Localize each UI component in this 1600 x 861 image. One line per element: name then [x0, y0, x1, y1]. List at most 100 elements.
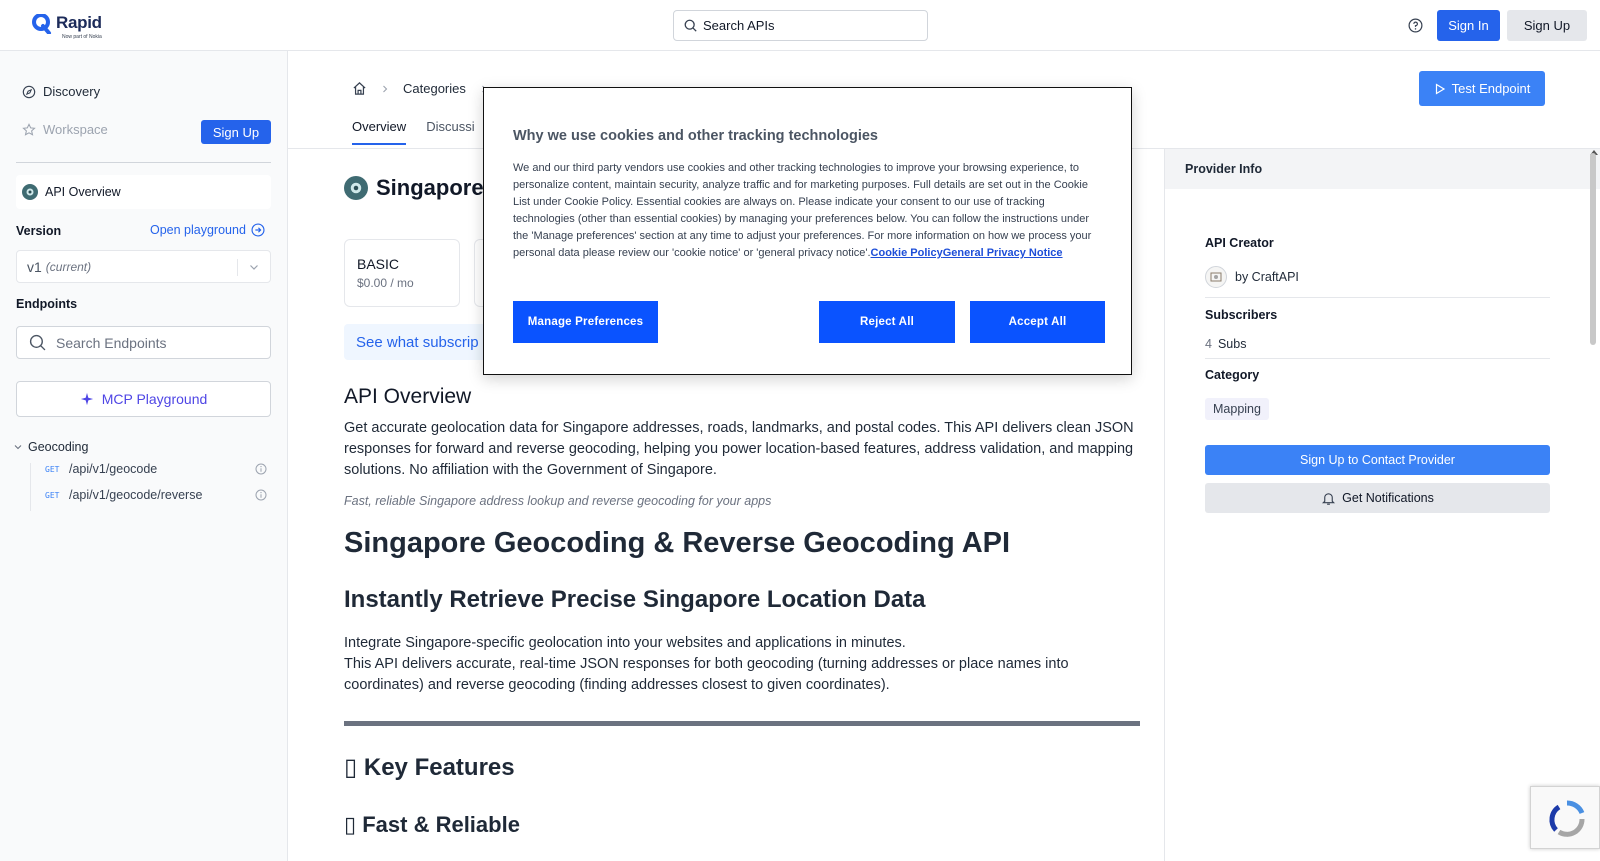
- open-playground-link[interactable]: Open playground: [150, 223, 265, 237]
- search-icon: [684, 19, 697, 32]
- logo-subtitle: Now part of Nokia: [62, 34, 102, 40]
- version-label: Version: [16, 224, 62, 238]
- breadcrumb: Categories: [352, 81, 488, 96]
- api-creator[interactable]: by CraftAPI: [1205, 266, 1299, 288]
- cookie-body-text: We and our third party vendors use cooki…: [513, 162, 1092, 259]
- chevron-down-icon: [250, 265, 258, 270]
- readme-heading-fast-reliable: ▯ Fast & Reliable: [344, 812, 520, 837]
- accept-all-button[interactable]: Accept All: [970, 301, 1105, 343]
- mcp-playground-label: MCP Playground: [101, 391, 208, 407]
- api-logo-icon: [344, 176, 368, 200]
- search-endpoints-input[interactable]: Search Endpoints: [16, 326, 271, 359]
- overview-heading: API Overview: [344, 385, 472, 408]
- endpoint-item[interactable]: GET /api/v1/geocode/reverse: [45, 488, 267, 502]
- test-endpoint-label: Test Endpoint: [1451, 81, 1531, 96]
- scrollbar-thumb[interactable]: [1590, 153, 1596, 345]
- help-icon[interactable]: [1408, 18, 1423, 33]
- endpoints-label: Endpoints: [16, 297, 78, 311]
- horizontal-rule: [344, 721, 1140, 726]
- contact-provider-button[interactable]: Sign Up to Contact Provider: [1205, 445, 1550, 475]
- endpoint-path: /api/v1/geocode: [69, 462, 158, 476]
- api-title: Singapore: [344, 175, 484, 201]
- rapid-logo[interactable]: Rapid Now part of Nokia: [32, 14, 102, 40]
- sign-up-button[interactable]: Sign Up: [1507, 10, 1587, 41]
- version-select[interactable]: v1 (current): [16, 250, 271, 283]
- divider: [1205, 358, 1550, 359]
- divider: [1205, 297, 1550, 298]
- cookie-policy-link[interactable]: Cookie Policy: [871, 247, 943, 259]
- category-badge[interactable]: Mapping: [1205, 398, 1269, 420]
- plan-name: BASIC: [357, 256, 400, 272]
- overview-text: Get accurate geolocation data for Singap…: [344, 420, 1134, 478]
- chevron-right-icon: [383, 85, 388, 92]
- arrow-circle-right-icon: [251, 223, 265, 237]
- endpoint-group-label: Geocoding: [28, 440, 89, 454]
- play-icon: [1435, 82, 1445, 95]
- info-icon[interactable]: [255, 463, 267, 475]
- open-playground-label: Open playground: [150, 223, 246, 237]
- info-icon[interactable]: [255, 489, 267, 501]
- star-icon: [22, 122, 36, 136]
- tab-overview[interactable]: Overview: [352, 119, 407, 145]
- select-separator: [237, 259, 238, 276]
- test-endpoint-button[interactable]: Test Endpoint: [1419, 71, 1545, 106]
- cookie-title: Why we use cookies and other tracking te…: [513, 128, 878, 144]
- recaptcha-badge[interactable]: [1530, 786, 1600, 849]
- search-apis-placeholder: Search APIs: [703, 18, 775, 33]
- plan-price: $0.00 / mo: [357, 276, 414, 290]
- sidebar-sign-up-button[interactable]: Sign Up: [201, 120, 271, 144]
- bell-icon: [1322, 492, 1336, 505]
- sidebar-item-api-overview[interactable]: API Overview: [16, 175, 271, 209]
- subscribers-count: 4 Subs: [1205, 337, 1246, 351]
- privacy-notice-link[interactable]: General Privacy Notice: [943, 247, 1063, 259]
- api-creator-label: API Creator: [1205, 236, 1274, 250]
- reject-all-button[interactable]: Reject All: [819, 301, 955, 343]
- home-icon[interactable]: [352, 81, 367, 96]
- sidebar-item-label: API Overview: [45, 185, 121, 199]
- rapid-logo-icon: [32, 14, 51, 34]
- readme-line: Integrate Singapore-specific geolocation…: [344, 635, 906, 651]
- plan-card-basic[interactable]: BASIC $0.00 / mo: [344, 239, 460, 307]
- tab-bar: Overview Discussi: [352, 119, 475, 145]
- subscribers-number: 4: [1205, 337, 1212, 351]
- sparkle-icon: [80, 392, 93, 406]
- search-icon: [29, 334, 46, 351]
- search-apis-input[interactable]: Search APIs: [673, 10, 928, 41]
- sidebar-item-discovery[interactable]: Discovery: [22, 84, 100, 99]
- manage-preferences-button[interactable]: Manage Preferences: [513, 301, 658, 343]
- search-endpoints-placeholder: Search Endpoints: [56, 334, 167, 351]
- mcp-playground-button[interactable]: MCP Playground: [16, 381, 271, 417]
- readme-line: This API delivers accurate, real-time JS…: [344, 656, 1069, 693]
- endpoint-path: /api/v1/geocode/reverse: [69, 488, 203, 502]
- http-method: GET: [45, 490, 60, 500]
- tab-discussions[interactable]: Discussi: [426, 119, 474, 145]
- compass-icon: [22, 85, 36, 98]
- endpoint-group-geocoding[interactable]: Geocoding: [14, 440, 88, 454]
- subscribers-label: Subscribers: [1205, 308, 1278, 322]
- readme-heading-key-features: ▯ Key Features: [344, 754, 515, 781]
- version-note: (current): [45, 259, 92, 274]
- cookie-consent-dialog: Why we use cookies and other tracking te…: [483, 87, 1132, 375]
- sidebar-item-workspace[interactable]: Workspace: [22, 122, 108, 137]
- http-method: GET: [45, 464, 60, 474]
- sign-in-button[interactable]: Sign In: [1437, 10, 1500, 41]
- get-notifications-button[interactable]: Get Notifications: [1205, 483, 1550, 513]
- sidebar: Discovery Workspace Sign Up API Overview…: [0, 51, 288, 861]
- readme-paragraph: Integrate Singapore-specific geolocation…: [344, 633, 1134, 696]
- api-name: Singapore: [376, 175, 484, 200]
- logo-text: Rapid: [56, 13, 102, 32]
- category-label: Category: [1205, 368, 1260, 382]
- chevron-down-icon: [14, 445, 22, 450]
- endpoint-item[interactable]: GET /api/v1/geocode: [45, 462, 267, 476]
- readme-heading-2: Instantly Retrieve Precise Singapore Loc…: [344, 586, 926, 613]
- provider-info-panel: Provider Info API Creator by CraftAPI Su…: [1164, 149, 1600, 861]
- cookie-body: We and our third party vendors use cooki…: [513, 160, 1103, 262]
- api-tagline: Fast, reliable Singapore address lookup …: [344, 494, 772, 508]
- top-bar: Rapid Now part of Nokia Search APIs Sign…: [0, 0, 1600, 51]
- recaptcha-icon: [1549, 800, 1585, 837]
- get-notifications-label: Get Notifications: [1342, 491, 1434, 505]
- breadcrumb-categories[interactable]: Categories: [403, 81, 466, 96]
- api-logo-icon: [22, 184, 38, 200]
- sidebar-item-label: Workspace: [43, 122, 108, 137]
- avatar: [1205, 266, 1227, 288]
